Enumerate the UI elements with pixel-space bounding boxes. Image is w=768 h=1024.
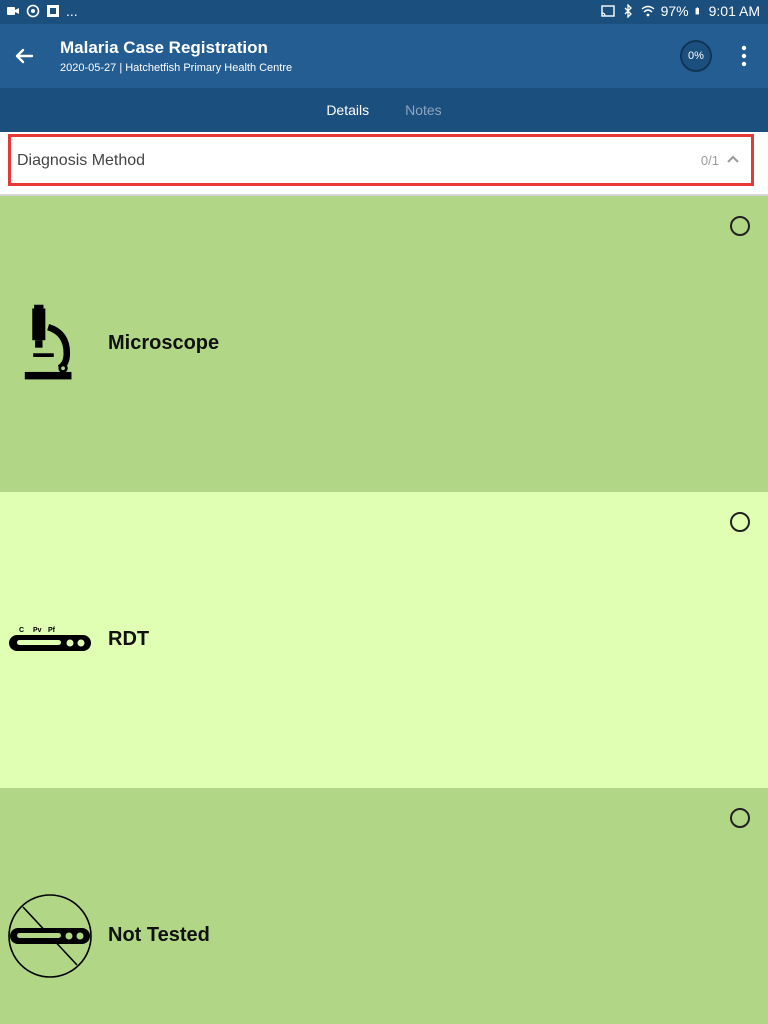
rdt-cassette-icon: C Pv Pf <box>9 627 91 651</box>
clock: 9:01 AM <box>708 3 760 19</box>
tab-details[interactable]: Details <box>326 102 369 118</box>
battery-icon <box>695 7 699 15</box>
chevron-up-icon[interactable] <box>725 151 741 167</box>
status-right-icons: 97% 9:01 AM <box>600 3 760 19</box>
tab-notes[interactable]: Notes <box>405 102 442 118</box>
radio-button[interactable] <box>730 512 750 532</box>
radio-button[interactable] <box>730 216 750 236</box>
option-label: RDT <box>108 628 150 650</box>
section-title: Diagnosis Method <box>17 152 146 169</box>
page-subtitle: 2020-05-27 | Hatchetfish Primary Health … <box>60 62 293 74</box>
bluetooth-icon <box>624 4 632 18</box>
video-icon <box>7 7 19 15</box>
page-title: Malaria Case Registration <box>60 38 268 57</box>
option-label: Microscope <box>108 332 220 354</box>
sync-icon <box>26 4 40 18</box>
battery-percent: 97% <box>660 3 689 19</box>
rdt-label-pv: Pv <box>33 627 42 634</box>
not-tested-icon <box>8 894 92 978</box>
cast-icon <box>600 5 615 17</box>
status-bar: ... 97% 9:01 AM <box>0 0 768 24</box>
wifi-icon <box>641 5 655 17</box>
option-not-tested[interactable]: Not Tested <box>0 788 768 1024</box>
rdt-label-c: C <box>19 627 24 634</box>
radio-button[interactable] <box>730 808 750 828</box>
option-microscope[interactable]: Microscope <box>0 196 768 492</box>
option-label: Not Tested <box>108 924 210 946</box>
section-answered-count: 0/1 <box>700 153 719 168</box>
app-bar: Malaria Case Registration 2020-05-27 | H… <box>0 24 768 88</box>
option-rdt[interactable]: C Pv Pf RDT <box>0 492 768 788</box>
rdt-label-pf: Pf <box>48 627 56 634</box>
more-notifications-text: ... <box>66 3 78 19</box>
section-header-diagnosis-method[interactable]: Diagnosis Method 0/1 <box>8 134 754 186</box>
status-left-icons: ... <box>6 3 78 19</box>
microscope-icon <box>24 304 72 380</box>
completion-progress-badge[interactable]: 0% <box>680 40 712 72</box>
app-notification-icon <box>47 5 59 17</box>
back-arrow-icon[interactable] <box>10 42 38 70</box>
more-vert-icon[interactable] <box>734 42 754 70</box>
tab-bar: Details Notes <box>0 88 768 132</box>
